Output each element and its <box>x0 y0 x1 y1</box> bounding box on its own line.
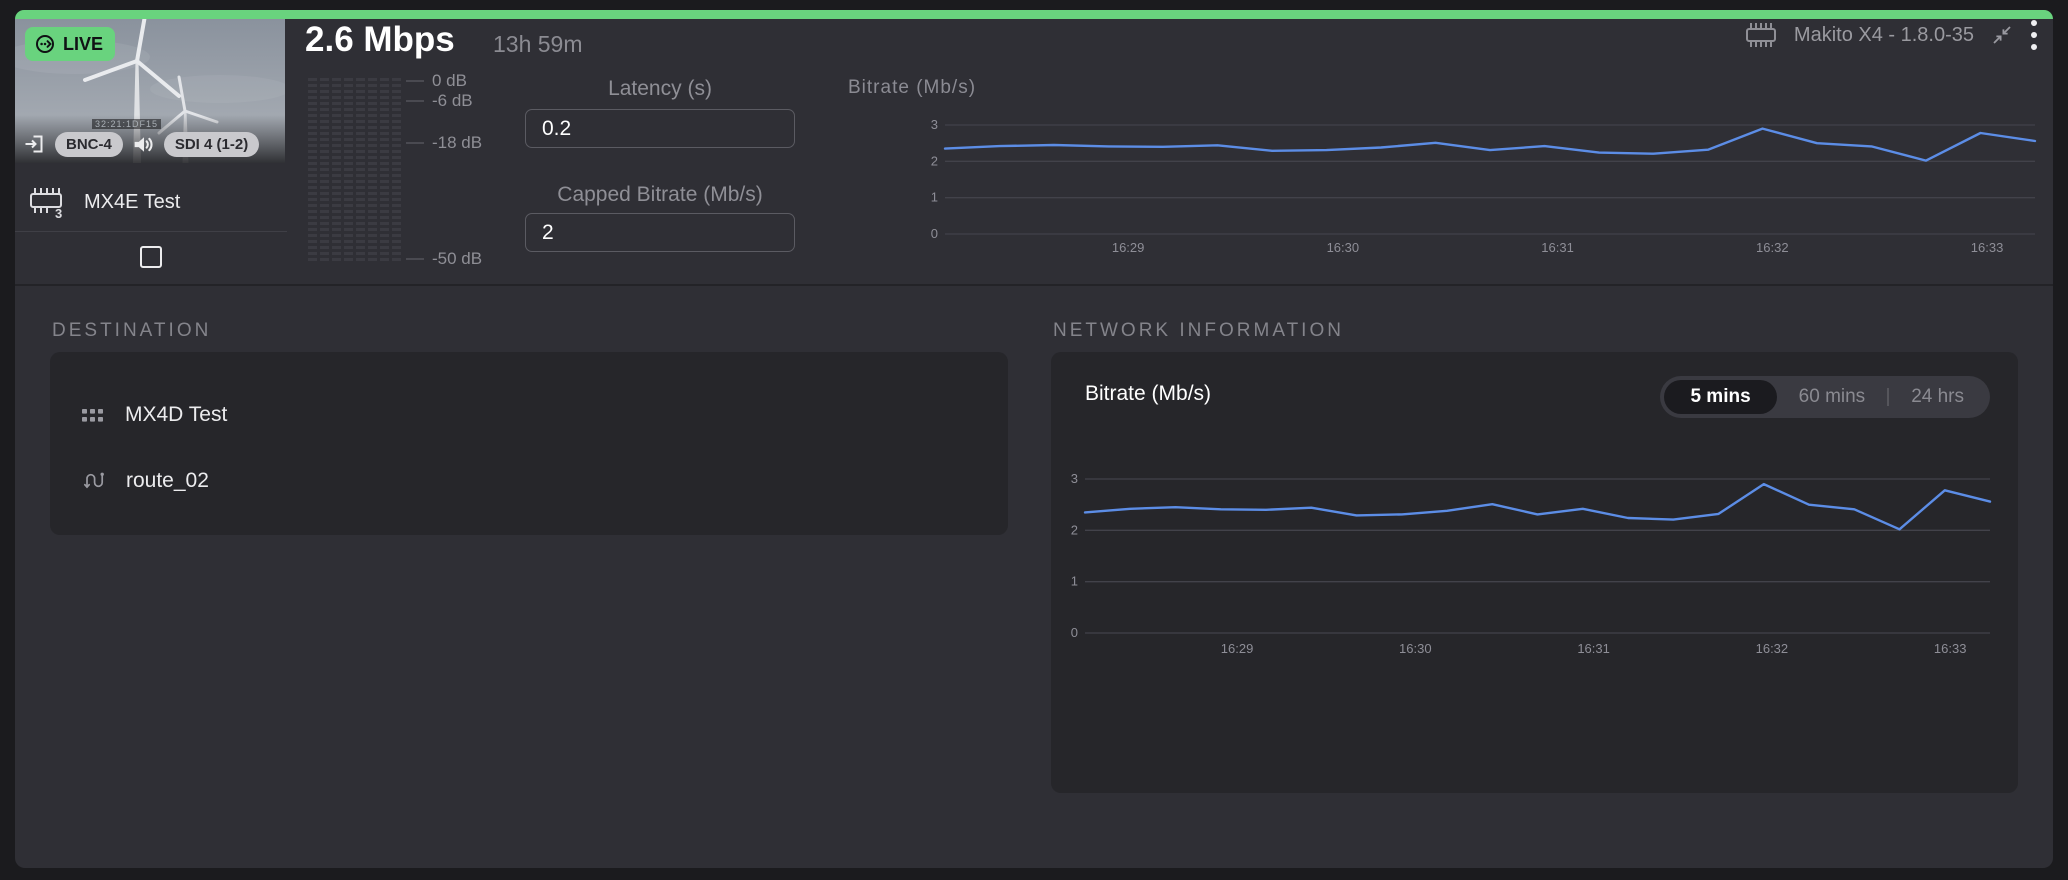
network-panel: Bitrate (Mb/s) 5 mins 60 mins 24 hrs 0 1 2… <box>1051 352 2018 793</box>
range-option-5mins[interactable]: 5 mins <box>1664 380 1777 414</box>
svg-text:1: 1 <box>931 190 938 205</box>
meter-label-50db: -50 dB <box>432 249 483 268</box>
encoder-dashboard: LIVE 32:21:1DF15 BNC-4 SDI 4 (1-2) 3 MX4… <box>0 0 2068 880</box>
bitrate-mini-chart: 0 1 2 3 16:29 16:30 16:31 16:32 16:33 <box>931 117 2037 255</box>
svg-text:16:29: 16:29 <box>1221 641 1254 656</box>
svg-text:16:33: 16:33 <box>1934 641 1967 656</box>
svg-text:16:33: 16:33 <box>1971 240 2004 255</box>
meter-tick <box>406 142 424 144</box>
svg-text:16:30: 16:30 <box>1399 641 1432 656</box>
svg-text:2: 2 <box>1071 522 1078 537</box>
svg-text:16:32: 16:32 <box>1756 240 1789 255</box>
io-badges-row: BNC-4 SDI 4 (1-2) <box>23 129 260 159</box>
live-badge: LIVE <box>25 27 116 61</box>
stream-uptime: 13h 59m <box>493 31 583 57</box>
speaker-icon <box>134 136 153 152</box>
network-heading: NETWORK INFORMATION <box>1053 320 1344 341</box>
kebab-menu-icon[interactable] <box>2030 18 2038 52</box>
encoder-row: 3 MX4E Test <box>28 186 180 218</box>
grid-icon <box>82 408 103 422</box>
current-bitrate: 2.6 Mbps <box>305 20 455 59</box>
network-chart-title: Bitrate (Mb/s) <box>1085 382 1212 405</box>
header-right: Makito X4 - 1.8.0-35 <box>1744 20 2038 50</box>
meter-tick <box>406 80 424 82</box>
top-chart-title: Bitrate (Mb/s) <box>848 77 977 98</box>
destination-panel: MX4D Test route_02 <box>50 352 1008 535</box>
encoder-chip-icon: 3 <box>30 188 62 218</box>
svg-text:3: 3 <box>1071 471 1078 486</box>
svg-text:1: 1 <box>1071 574 1078 589</box>
video-input-icon <box>25 135 43 153</box>
live-label: LIVE <box>63 33 104 54</box>
section-divider <box>15 284 2053 286</box>
svg-text:16:31: 16:31 <box>1541 240 1574 255</box>
range-option-60mins[interactable]: 60 mins <box>1777 386 1888 408</box>
destination-item-mx4d[interactable]: MX4D Test <box>82 398 227 432</box>
video-input-badge: BNC-4 <box>55 131 123 157</box>
select-stream-checkbox[interactable] <box>140 246 162 268</box>
device-label: Makito X4 - 1.8.0-35 <box>1793 23 1974 46</box>
latency-label: Latency (s) <box>608 77 712 100</box>
capped-bitrate-input[interactable] <box>525 213 795 252</box>
svg-text:0: 0 <box>1071 625 1078 640</box>
meter-label-18db: -18 dB <box>432 133 483 152</box>
svg-text:3: 3 <box>931 117 938 132</box>
route-icon <box>83 472 104 489</box>
meter-tick <box>406 100 424 102</box>
svg-text:0: 0 <box>931 226 938 241</box>
burned-in-timecode: 32:21:1DF15 <box>92 119 162 129</box>
destination-name: route_02 <box>126 469 209 492</box>
destination-heading: DESTINATION <box>52 320 212 341</box>
range-option-24hrs[interactable]: 24 hrs <box>1889 386 1986 408</box>
destination-name: MX4D Test <box>125 403 228 426</box>
live-stream-icon <box>35 34 55 54</box>
divider <box>15 231 287 232</box>
encoder-name: MX4E Test <box>84 190 181 213</box>
meter-label-6db: -6 dB <box>432 91 473 110</box>
meter-tick <box>406 258 424 260</box>
collapse-icon[interactable] <box>1990 23 2014 47</box>
svg-text:16:30: 16:30 <box>1327 240 1360 255</box>
encoder-channel-number: 3 <box>55 206 62 218</box>
time-range-toggle: 5 mins 60 mins 24 hrs <box>1660 376 1990 418</box>
svg-text:16:32: 16:32 <box>1756 641 1789 656</box>
latency-input[interactable] <box>525 109 795 148</box>
status-accent-bar <box>15 10 2053 19</box>
capped-bitrate-label: Capped Bitrate (Mb/s) <box>557 183 763 206</box>
bitrate-network-chart: 0 1 2 3 16:29 16:30 16:31 16:32 16:33 <box>1071 471 1992 656</box>
device-chip-icon <box>1745 23 1776 47</box>
audio-level-meter <box>308 78 401 261</box>
svg-text:2: 2 <box>931 153 938 168</box>
audio-input-badge: SDI 4 (1-2) <box>163 131 260 157</box>
meter-label-0db: 0 dB <box>432 71 467 90</box>
destination-item-route[interactable]: route_02 <box>82 464 209 498</box>
svg-text:16:31: 16:31 <box>1577 641 1610 656</box>
svg-text:16:29: 16:29 <box>1112 240 1145 255</box>
